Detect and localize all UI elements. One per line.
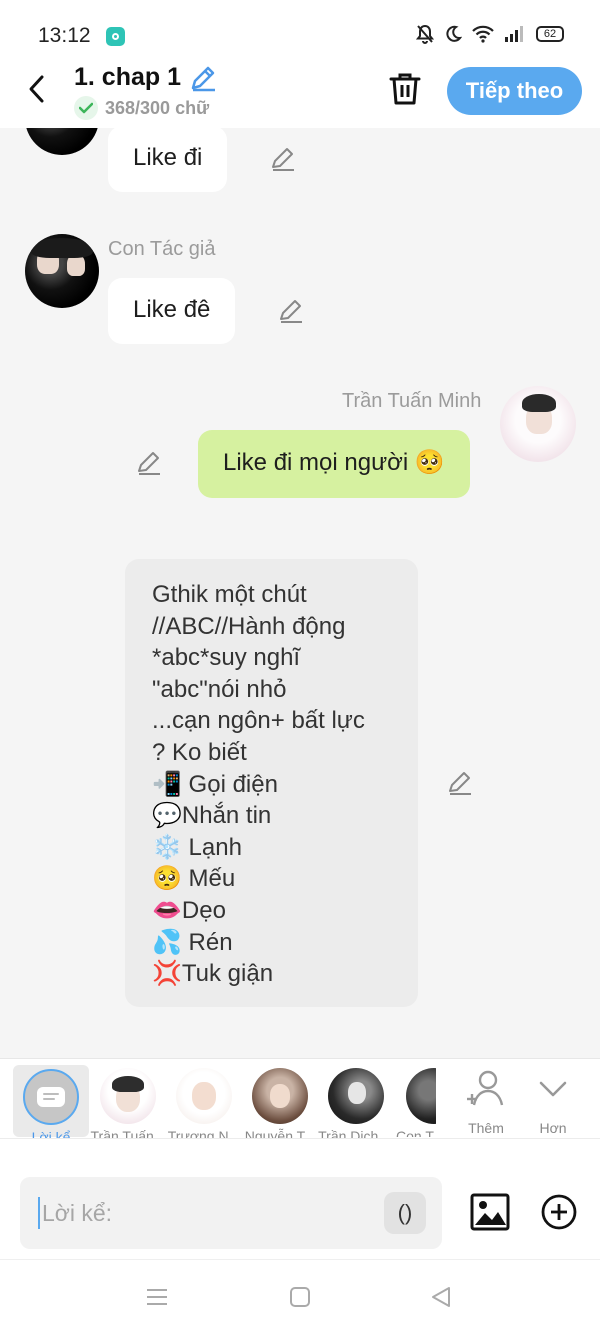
- bell-off-icon: [416, 24, 434, 44]
- narration-line: ...cạn ngôn+ bất lực: [152, 707, 365, 735]
- speaker-name: Con Tác giả: [108, 238, 216, 260]
- edit-pencil-icon[interactable]: [278, 298, 304, 324]
- check-icon: [74, 96, 98, 120]
- narration-icon: [23, 1069, 79, 1125]
- narration-line: Gthik một chút: [152, 581, 307, 608]
- chevron-down-icon: [539, 1081, 567, 1097]
- back-triangle-icon[interactable]: [430, 1286, 452, 1308]
- narration-line: 👄Dẹo: [152, 896, 226, 924]
- edit-pencil-icon[interactable]: [447, 770, 473, 796]
- chapter-title-row[interactable]: 1. chap 1: [74, 63, 217, 92]
- text-caret: [38, 1197, 40, 1229]
- next-button[interactable]: Tiếp theo: [447, 67, 582, 115]
- editor-header: 1. chap 1 368/300 chữ Tiếp theo: [0, 62, 600, 128]
- add-label: Thêm: [468, 1120, 504, 1136]
- narration-line: //ABC//Hành động: [152, 612, 346, 640]
- signal-icon: [505, 26, 523, 42]
- image-icon[interactable]: [470, 1193, 510, 1231]
- status-bar: 13:12 62: [0, 0, 600, 62]
- wifi-icon: [472, 25, 494, 43]
- message-bubble[interactable]: Like đê: [108, 278, 236, 344]
- character-item[interactable]: Trương N...: [166, 1065, 242, 1144]
- home-icon[interactable]: [289, 1286, 311, 1308]
- pencil-icon[interactable]: [189, 64, 217, 92]
- narration-line: ? Ko biết: [152, 738, 247, 766]
- trash-icon[interactable]: [388, 71, 422, 107]
- narration-line: "abc"nói nhỏ: [152, 675, 287, 703]
- edit-pencil-icon[interactable]: [136, 450, 162, 476]
- more-button[interactable]: Hơn: [523, 1069, 583, 1136]
- word-count: 368/300 chữ: [105, 97, 210, 118]
- composer-bar: Lời kể: (): [0, 1138, 600, 1259]
- system-nav-bar: [0, 1259, 600, 1333]
- character-item[interactable]: Con T: [394, 1065, 436, 1137]
- narration-line: 🥺 Mếu: [152, 865, 236, 893]
- status-time: 13:12: [38, 24, 91, 47]
- moon-icon: [446, 25, 462, 42]
- input-placeholder: Lời kể:: [42, 1200, 113, 1226]
- avatar: [406, 1068, 436, 1124]
- message-bubble[interactable]: Like đi mọi người 🥺: [198, 430, 470, 498]
- battery-indicator: 62: [536, 26, 564, 42]
- word-count-row: 368/300 chữ: [74, 96, 209, 120]
- system-icons: 62: [416, 24, 564, 44]
- avatar: [328, 1068, 384, 1124]
- narration-bubble[interactable]: Gthik một chút //ABC//Hành động *abc*suy…: [125, 559, 418, 1007]
- add-character-button[interactable]: Thêm: [456, 1069, 516, 1136]
- edit-pencil-icon[interactable]: [270, 146, 296, 172]
- character-picker: Lời kể Trần Tuấn... Trương N... Nguyễn T…: [0, 1058, 600, 1145]
- speaker-name: Trần Tuấn Minh: [342, 390, 482, 412]
- chat-area[interactable]: Like đi Con Tác giả Like đê Trần Tuấn Mi…: [0, 128, 600, 1058]
- avatar[interactable]: [500, 386, 576, 462]
- avatar: [100, 1068, 156, 1124]
- narration-line: 💢Tuk giận: [152, 960, 274, 988]
- menu-icon[interactable]: [146, 1286, 168, 1308]
- character-narrator[interactable]: Lời kể: [13, 1065, 89, 1145]
- parenthesis-button[interactable]: (): [384, 1192, 426, 1234]
- more-label: Hơn: [539, 1120, 567, 1136]
- narration-line: 💦 Rén: [152, 928, 233, 956]
- avatar[interactable]: [25, 234, 99, 308]
- back-arrow-icon[interactable]: [24, 74, 50, 104]
- character-item[interactable]: Trần Tuấn...: [90, 1065, 166, 1144]
- add-user-icon: [467, 1070, 504, 1106]
- character-item[interactable]: Trần Dịch ...: [318, 1065, 394, 1144]
- narration-line: *abc*suy nghĩ: [152, 644, 301, 672]
- add-icon[interactable]: [540, 1193, 578, 1231]
- narration-line: 💬Nhắn tin: [152, 802, 272, 830]
- avatar: [176, 1068, 232, 1124]
- narration-line: 📲 Gọi điện: [152, 770, 278, 798]
- avatar[interactable]: [25, 128, 99, 155]
- character-label: Con T: [396, 1128, 434, 1137]
- character-item[interactable]: Nguyễn T...: [242, 1065, 318, 1144]
- chapter-title: 1. chap 1: [74, 63, 181, 91]
- message-bubble[interactable]: Like đi: [108, 128, 228, 192]
- app-notification-icon: [106, 27, 125, 46]
- avatar: [252, 1068, 308, 1124]
- narration-line: ❄️ Lạnh: [152, 833, 242, 861]
